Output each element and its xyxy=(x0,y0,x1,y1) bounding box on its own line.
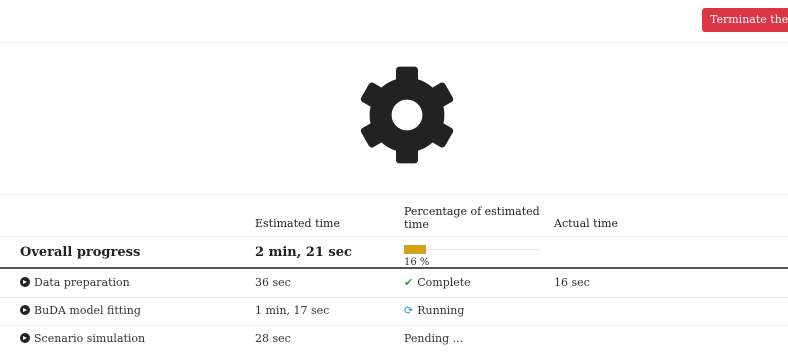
circle-play-icon xyxy=(20,277,30,287)
stage-status-cell: ✔ Complete xyxy=(404,276,471,289)
header-actual-time: Actual time xyxy=(554,217,619,230)
header-percentage-line1: Percentage of estimated xyxy=(404,205,540,218)
stage-name: Data preparation xyxy=(34,276,130,289)
check-icon: ✔ xyxy=(404,276,414,289)
header-estimated-time: Estimated time xyxy=(255,217,340,230)
stage-status: Complete xyxy=(417,276,471,289)
stage-name: BuDA model fitting xyxy=(34,304,141,317)
table-row[interactable]: BuDA model fitting 1 min, 17 sec ⟳ Runnin… xyxy=(0,297,788,326)
stage-name-cell: BuDA model fitting xyxy=(20,304,141,317)
header-percentage-line2: time xyxy=(404,218,429,231)
table-row[interactable]: Scenario simulation 28 sec Pending ... xyxy=(0,325,788,353)
overall-progress-row: Overall progress 2 min, 21 sec 16 % xyxy=(0,237,788,269)
stage-estimated: 1 min, 17 sec xyxy=(255,304,330,317)
terminate-job-button[interactable]: Terminate the job xyxy=(702,8,788,32)
spinner-icon: ⟳ xyxy=(404,304,414,317)
stage-actual: 16 sec xyxy=(554,276,590,289)
header-percentage: Percentage of estimated time xyxy=(404,205,540,231)
circle-play-icon xyxy=(20,333,30,343)
stage-estimated: 28 sec xyxy=(255,332,291,345)
stage-name-cell: Data preparation xyxy=(20,276,130,289)
top-bar: Terminate the job xyxy=(0,0,788,43)
progress-percent-text: 16 % xyxy=(404,257,430,268)
stage-name-cell: Scenario simulation xyxy=(20,332,145,345)
circle-play-icon xyxy=(20,305,30,315)
overall-estimated-time: 2 min, 21 sec xyxy=(255,245,352,260)
overall-progress-label: Overall progress xyxy=(20,245,141,260)
table-row[interactable]: Data preparation 36 sec ✔ Complete 16 sec xyxy=(0,269,788,298)
stage-name: Scenario simulation xyxy=(34,332,146,345)
stage-status: Pending ... xyxy=(404,332,464,345)
table-top-divider xyxy=(0,194,788,195)
gear-icon xyxy=(360,66,454,164)
stage-status-cell: ⟳ Running xyxy=(404,304,464,317)
stage-status: Running xyxy=(417,304,465,317)
stage-estimated: 36 sec xyxy=(255,276,291,289)
progress-bar-fill xyxy=(404,245,426,254)
